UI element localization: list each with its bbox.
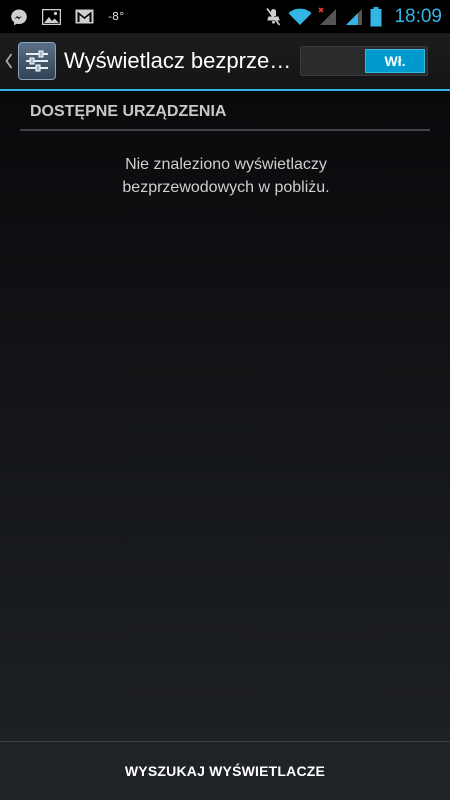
empty-message-line-2: bezprzewodowych w pobliżu. <box>122 179 330 196</box>
system-icons: 18:09 <box>264 6 442 28</box>
empty-message-line-1: Nie znaleziono wyświetlaczy <box>125 156 327 173</box>
toggle-thumb: Wł. <box>365 49 425 73</box>
device-list-area: DOSTĘPNE URZĄDZENIA Nie znaleziono wyświ… <box>0 91 450 741</box>
action-bar: Wyświetlacz bezprze… Wł. <box>0 33 450 91</box>
available-devices-header: DOSTĘPNE URZĄDZENIA <box>20 101 430 131</box>
up-navigation-chevron-icon[interactable] <box>2 53 16 69</box>
temperature-readout: -8° <box>108 10 125 23</box>
wireless-display-toggle[interactable]: Wł. <box>300 46 428 76</box>
wifi-icon <box>288 8 312 26</box>
messenger-icon <box>10 8 28 26</box>
battery-icon <box>370 6 382 27</box>
page-title: Wyświetlacz bezprze… <box>64 48 292 73</box>
status-bar: -8° 18:09 <box>0 0 450 33</box>
mute-icon <box>264 7 282 27</box>
search-displays-button[interactable]: WYSZUKAJ WYŚWIETLACZE <box>0 742 450 800</box>
gallery-icon <box>42 8 61 25</box>
signal-no-service-icon <box>318 6 338 27</box>
signal-icon <box>344 7 364 27</box>
notification-icons: -8° <box>10 8 264 26</box>
gmail-icon <box>75 9 94 24</box>
no-devices-message: Nie znaleziono wyświetlaczy bezprzewodow… <box>0 153 450 199</box>
status-time: 18:09 <box>394 5 442 27</box>
settings-sliders-icon[interactable] <box>18 42 56 80</box>
bottom-button-bar: WYSZUKAJ WYŚWIETLACZE <box>0 741 450 800</box>
